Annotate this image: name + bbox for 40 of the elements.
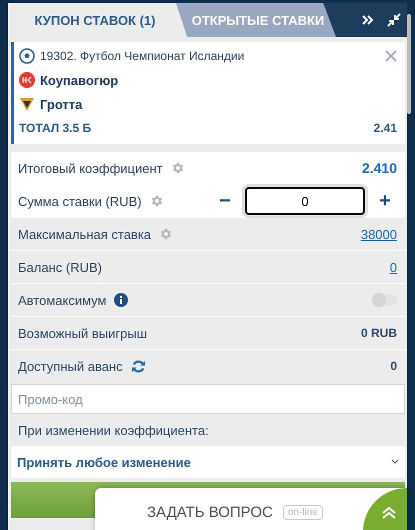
row-label: Максимальная ставка <box>18 226 152 242</box>
team-name: Гротта <box>40 96 82 112</box>
team-logo-icon <box>19 72 35 88</box>
plus-button[interactable]: + <box>365 190 405 212</box>
row-label: Итоговый коэффициент <box>18 160 163 176</box>
max-stake-link[interactable]: 38000 <box>360 226 397 242</box>
event-title: 19302. Футбол Чемпионат Исландии <box>40 49 246 63</box>
online-badge: on-line <box>282 504 323 520</box>
total-odds-value: 2.410 <box>362 160 397 176</box>
toggle-switch[interactable] <box>373 294 397 306</box>
odds-change-label: При изменении коэффициента: <box>17 422 210 440</box>
ball-icon <box>19 48 35 64</box>
double-chevron-up-icon <box>381 506 397 520</box>
row-label: Сумма ставки (RUB) <box>18 194 142 208</box>
market-name: ТОТАЛ 3.5 Б <box>19 121 92 135</box>
row-label: Баланс (RUB) <box>18 260 102 274</box>
team-logo-icon <box>19 96 35 112</box>
tab[interactable]: КУПОН СТАВОК (1) <box>8 3 188 37</box>
expand-button[interactable] <box>363 488 407 530</box>
chevron-down-icon <box>391 459 399 465</box>
team-name: Коупавогюр <box>40 72 118 88</box>
row-label: Автомаксимум <box>18 292 106 308</box>
promo-code-field[interactable]: Промо-код <box>11 384 405 414</box>
possible-win-value: 0 RUB <box>360 326 397 340</box>
advance-value: 0 <box>390 359 397 373</box>
settings-icon[interactable] <box>159 227 174 241</box>
settings-icon[interactable] <box>170 161 185 175</box>
chat-label: ЗАДАТЬ ВОПРОС <box>147 504 273 520</box>
info-icon[interactable] <box>114 293 128 307</box>
minus-button[interactable]: − <box>205 190 245 212</box>
odds-change-dropdown[interactable]: Принять любое изменение <box>11 446 405 478</box>
stake-input[interactable]: 0 <box>245 187 365 215</box>
balance-link[interactable]: 0 <box>390 260 397 274</box>
row-label: Доступный аванс <box>18 358 123 374</box>
odds-value: 2.41 <box>374 121 397 135</box>
row-label: Возможный выигрыш <box>18 326 148 340</box>
close-icon[interactable] <box>385 50 397 62</box>
chat-dialog[interactable]: ЗАДАТЬ ВОПРОС on-line <box>95 488 407 530</box>
refresh-icon[interactable] <box>130 358 146 374</box>
settings-icon[interactable] <box>150 194 164 208</box>
